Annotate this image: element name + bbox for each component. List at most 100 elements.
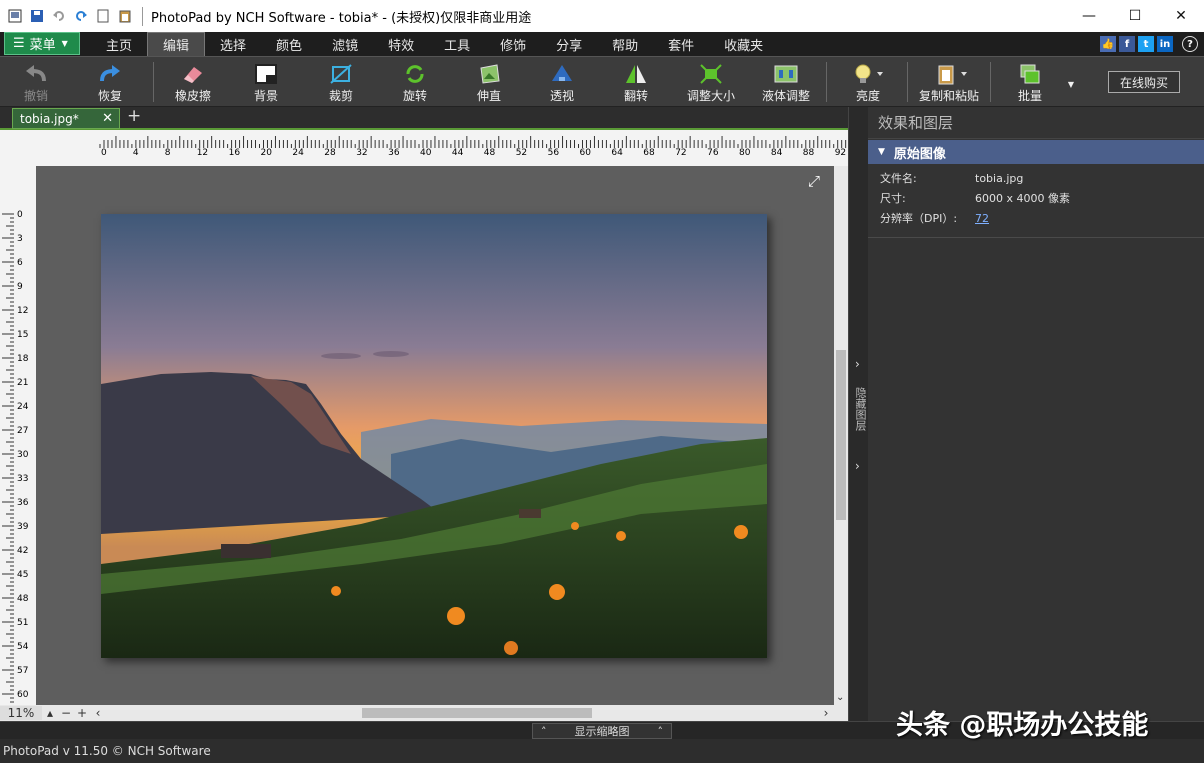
image-canvas[interactable]: ⤢ — [36, 166, 834, 705]
resize-button[interactable]: 调整大小 — [682, 57, 740, 107]
chevron-right-icon[interactable]: › — [855, 357, 860, 371]
tab-favorites[interactable]: 收藏夹 — [709, 32, 778, 56]
tab-filters[interactable]: 滤镜 — [317, 32, 373, 56]
tab-tools[interactable]: 工具 — [429, 32, 485, 56]
show-thumbnails-button[interactable]: ˄ 显示缩略图 ˄ — [532, 723, 672, 739]
undo-arrow-icon — [26, 65, 46, 82]
more-tools-button[interactable]: ▼ — [1063, 57, 1079, 107]
minimize-button[interactable]: — — [1066, 0, 1112, 32]
copy-paste-button[interactable]: 复制和粘贴 — [916, 57, 982, 107]
scroll-thumb[interactable] — [836, 350, 846, 520]
paste-icon[interactable] — [118, 9, 132, 23]
close-button[interactable]: ✕ — [1158, 0, 1204, 32]
zoom-stepper-icon[interactable]: ▴ — [42, 706, 58, 720]
zoom-level[interactable]: 11% — [0, 706, 42, 720]
version-text: PhotoPad v 11.50 © NCH Software — [3, 744, 211, 758]
perspective-button[interactable]: 透视 — [542, 57, 582, 107]
chevron-right-icon[interactable]: › — [855, 459, 860, 473]
undo-icon[interactable] — [52, 9, 66, 23]
toolbar-divider — [153, 62, 154, 102]
crop-icon — [330, 64, 352, 84]
liquid-resize-button[interactable]: 液体调整 — [757, 57, 815, 107]
save-icon[interactable] — [30, 9, 44, 23]
new-file-icon[interactable] — [96, 9, 110, 23]
original-image-section[interactable]: ▼ 原始图像 — [868, 140, 1204, 164]
fullscreen-icon[interactable]: ⤢ — [808, 172, 820, 190]
tab-retouch[interactable]: 修饰 — [485, 32, 541, 56]
tab-share[interactable]: 分享 — [541, 32, 597, 56]
tab-home[interactable]: 主页 — [91, 32, 147, 56]
ruler-label: 76 — [707, 148, 719, 158]
rotate-button[interactable]: 旋转 — [395, 57, 435, 107]
ruler-label: 33 — [17, 474, 28, 484]
scroll-right-icon[interactable]: › — [818, 706, 834, 720]
ruler-label: 57 — [17, 666, 28, 676]
straighten-button[interactable]: 伸直 — [469, 57, 509, 107]
background-icon — [255, 64, 277, 84]
dpi-row: 分辨率（DPI）: 72 — [880, 211, 989, 226]
linkedin-icon[interactable]: in — [1157, 36, 1173, 52]
redo-button[interactable]: 恢复 — [90, 57, 130, 107]
maximize-button[interactable]: ☐ — [1112, 0, 1158, 32]
eraser-button[interactable]: 橡皮擦 — [168, 57, 218, 107]
redo-arrow-icon — [100, 65, 120, 82]
horizontal-ruler-ticks: 0 4 8 12 16 20 24 28 32 36 40 44 48 52 56 60 64 68 72 76 80 8… — [99, 136, 847, 158]
lightbulb-icon — [855, 64, 883, 83]
ruler-label: 0 — [101, 148, 107, 158]
scroll-left-icon[interactable]: ‹ — [90, 706, 106, 720]
collapse-triangle-icon: ▼ — [878, 147, 885, 157]
toolbar-divider — [990, 62, 991, 102]
tab-color[interactable]: 颜色 — [261, 32, 317, 56]
ruler-label: 48 — [484, 148, 496, 158]
dpi-link[interactable]: 72 — [975, 212, 989, 225]
flip-button[interactable]: 翻转 — [616, 57, 656, 107]
tab-effects[interactable]: 特效 — [373, 32, 429, 56]
menu-button[interactable]: ☰ 菜单 ▼ — [4, 32, 80, 55]
vertical-scrollbar[interactable]: ⌄ — [834, 166, 848, 705]
zoom-in-icon[interactable]: + — [74, 706, 90, 720]
chevron-up-icon: ˄ — [541, 724, 547, 738]
zoom-out-icon[interactable]: − — [58, 706, 74, 720]
close-tab-icon[interactable]: ✕ — [102, 111, 113, 126]
ruler-label: 80 — [739, 148, 751, 158]
chevron-down-icon: ▼ — [61, 39, 68, 48]
title-bar: PhotoPad by NCH Software - tobia* - (未授权… — [0, 0, 1204, 32]
help-icon[interactable]: ? — [1182, 36, 1198, 52]
redo-icon[interactable] — [74, 9, 88, 23]
add-tab-button[interactable]: + — [127, 106, 141, 126]
background-button[interactable]: 背景 — [246, 57, 286, 107]
brightness-button[interactable]: 亮度 — [846, 57, 890, 107]
ruler-label: 8 — [165, 148, 171, 158]
tab-suite[interactable]: 套件 — [653, 32, 709, 56]
like-icon[interactable]: 👍 — [1100, 36, 1116, 52]
buy-online-button[interactable]: 在线购买 — [1108, 71, 1180, 93]
hide-layers-toggle[interactable]: 隐藏图层 — [852, 387, 868, 431]
ruler-label: 3 — [17, 234, 23, 244]
horizontal-ruler: 0 4 8 12 16 20 24 28 32 36 40 44 48 52 56 60 64 68 72 76 80 8… — [0, 130, 848, 166]
undo-button[interactable]: 撤销 — [16, 57, 56, 107]
chevron-up-icon: ˄ — [657, 724, 664, 738]
toolbar-divider — [826, 62, 827, 102]
tab-edit[interactable]: 编辑 — [147, 32, 206, 56]
status-bar: PhotoPad v 11.50 © NCH Software — [0, 739, 1204, 763]
scroll-down-icon[interactable]: ⌄ — [836, 692, 844, 703]
horizontal-scroll-thumb[interactable] — [362, 708, 592, 718]
ruler-label: 40 — [420, 148, 432, 158]
landscape-photo[interactable] — [101, 214, 767, 658]
filename-row: 文件名: tobia.jpg — [880, 171, 1024, 186]
crop-button[interactable]: 裁剪 — [321, 57, 361, 107]
ruler-label: 48 — [17, 594, 29, 604]
ruler-label: 45 — [17, 570, 28, 580]
twitter-icon[interactable]: t — [1138, 36, 1154, 52]
facebook-icon[interactable]: f — [1119, 36, 1135, 52]
document-tab[interactable]: tobia.jpg* ✕ — [12, 108, 120, 129]
chevron-down-icon: ▼ — [1067, 80, 1075, 89]
ruler-label: 21 — [17, 378, 28, 388]
ruler-label: 4 — [133, 148, 139, 158]
ruler-label: 56 — [548, 148, 560, 158]
tab-select[interactable]: 选择 — [205, 32, 261, 56]
ruler-label: 36 — [388, 148, 400, 158]
ruler-label: 36 — [17, 498, 29, 508]
tab-help[interactable]: 帮助 — [597, 32, 653, 56]
batch-button[interactable]: 批量 — [1010, 57, 1050, 107]
